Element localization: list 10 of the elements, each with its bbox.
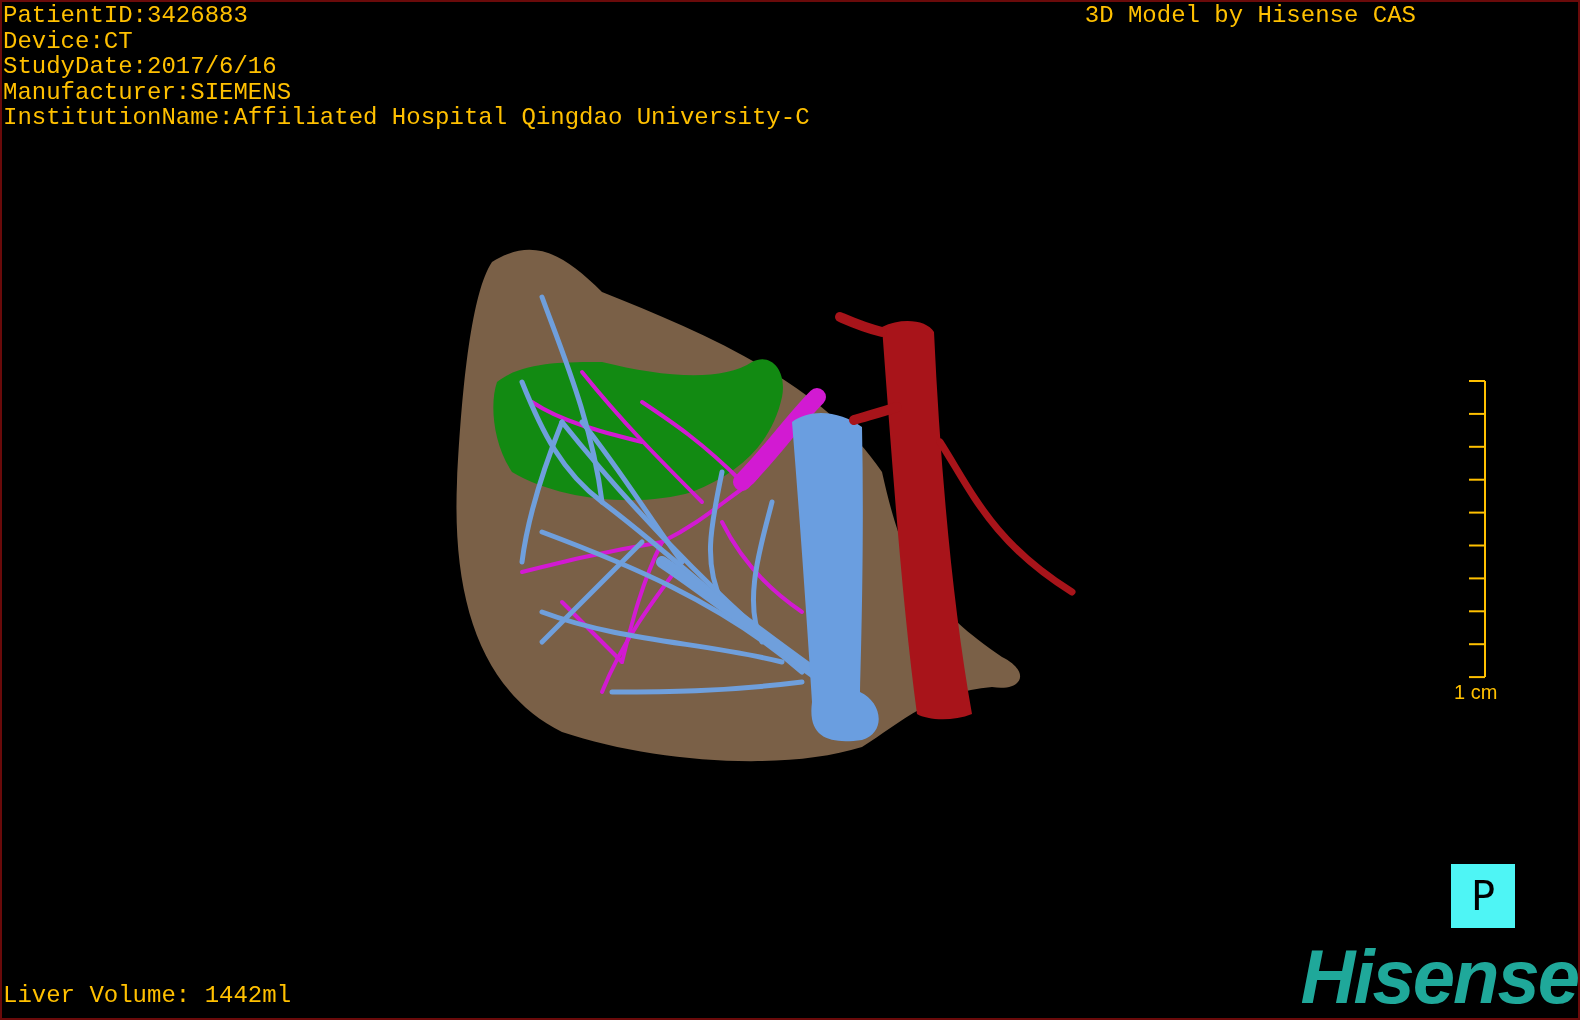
study-info-text: PatientID:3426883 (3, 3, 249, 29)
orientation-button[interactable]: P (1451, 864, 1515, 928)
study-info-text: Device:CT (3, 28, 134, 54)
study-info-text: Manufacturer:SIEMENS (3, 79, 293, 105)
study-info-text: InstitutionName:Affiliated Hospital Qingdao University-C (3, 105, 810, 131)
study-info-text: StudyDate:2017/6/16 (3, 54, 278, 80)
logo-text: Hisense (1300, 937, 1578, 1017)
scale-label: 1 cm (1454, 681, 1498, 704)
model-credit-text: 3D Model by Hisense CAS (1084, 3, 1416, 31)
liver-volume-text: Liver Volume: 1442ml (3, 982, 292, 1008)
